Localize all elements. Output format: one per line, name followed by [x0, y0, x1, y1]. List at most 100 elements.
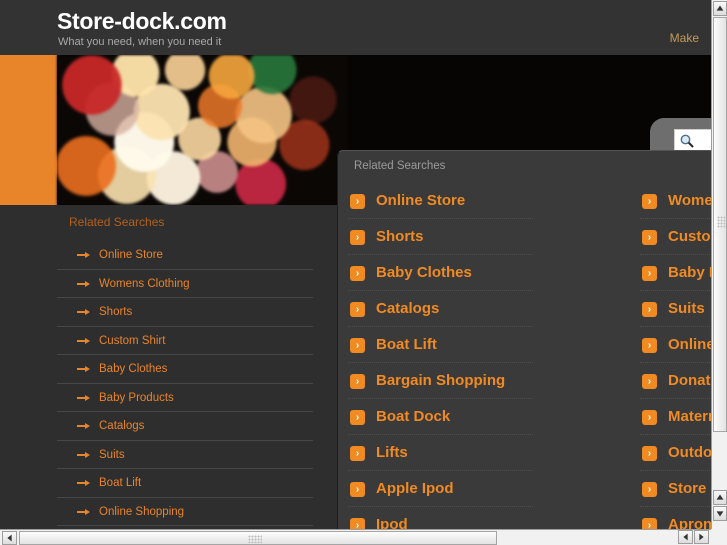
- overlay-item[interactable]: › Aprons: [640, 507, 711, 529]
- chevron-right-icon: ›: [350, 482, 365, 497]
- overlay-item[interactable]: › Bargain Shopping: [348, 363, 533, 399]
- overlay-item[interactable]: › Catalogs: [348, 291, 533, 327]
- overlay-item-label: Lifts: [376, 444, 408, 461]
- overlay-right-column: › Womens › Custom › Baby P › Suits › Online › Donat…: [640, 183, 711, 529]
- scrollbar-grip-h: [248, 535, 262, 543]
- chevron-right-icon: ›: [350, 230, 365, 245]
- related-searches-overlay: Related Searches › Online Store › Shorts › Ba…: [337, 150, 711, 529]
- overlay-item[interactable]: › Suits: [640, 291, 711, 327]
- overlay-title: Related Searches: [354, 160, 446, 172]
- vertical-scrollbar[interactable]: [711, 0, 727, 529]
- overlay-item[interactable]: › Apple Ipod: [348, 471, 533, 507]
- chevron-right-icon: ›: [350, 446, 365, 461]
- overlay-item-label: Suits: [668, 300, 705, 317]
- banner-orange-block: [0, 55, 57, 205]
- scrollbar-corner: [711, 529, 727, 545]
- overlay-item-label: Online: [668, 336, 711, 353]
- arrow-right-icon: [77, 366, 90, 372]
- chevron-right-icon: ›: [642, 374, 657, 389]
- sidebar-item[interactable]: Custom Shirt: [57, 327, 313, 355]
- header-make-link[interactable]: Make: [670, 31, 699, 45]
- overlay-item[interactable]: › Donate: [640, 363, 711, 399]
- scroll-right-button[interactable]: [694, 530, 709, 544]
- chevron-right-icon: ›: [350, 410, 365, 425]
- scroll-left-button[interactable]: [2, 531, 17, 545]
- arrow-right-icon: [77, 309, 90, 315]
- sidebar-item-label: Shorts: [99, 306, 133, 318]
- site-brand-title: Store-dock.com: [57, 8, 227, 34]
- chevron-right-icon: ›: [350, 338, 365, 353]
- chevron-right-icon: ›: [642, 302, 657, 317]
- sidebar-item-label: Suits: [99, 448, 125, 461]
- overlay-item[interactable]: › Womens: [640, 183, 711, 219]
- chevron-right-icon: ›: [350, 374, 365, 389]
- chevron-right-icon: ›: [350, 194, 365, 209]
- overlay-item-label: Materni: [668, 408, 711, 425]
- overlay-item-label: Baby Clothes: [376, 264, 472, 281]
- overlay-left-column: › Online Store › Shorts › Baby Clothes › Catalo…: [348, 183, 533, 529]
- overlay-item-label: Custom: [668, 228, 711, 245]
- arrow-right-icon: [77, 252, 90, 258]
- sidebar-item-label: Online Store: [99, 249, 163, 261]
- sidebar-item-label: Custom Shirt: [99, 334, 166, 347]
- overlay-item[interactable]: › Ipod: [348, 507, 533, 529]
- overlay-item[interactable]: › Online Store: [348, 183, 533, 219]
- sidebar-item[interactable]: Shorts: [57, 298, 313, 327]
- overlay-item[interactable]: › Baby P: [640, 255, 711, 291]
- sidebar-item[interactable]: Online Shopping: [57, 498, 313, 526]
- sidebar-related-searches: Related Searches Online Store Womens Clot…: [57, 215, 313, 526]
- sidebar-item[interactable]: Catalogs: [57, 412, 313, 441]
- vertical-scrollbar-thumb[interactable]: [713, 17, 727, 432]
- scroll-left-button-right-group[interactable]: [678, 530, 693, 544]
- overlay-item-label: Bargain Shopping: [376, 372, 506, 389]
- overlay-item[interactable]: › Outdoo: [640, 435, 711, 471]
- arrow-right-icon: [77, 394, 90, 401]
- sidebar-item[interactable]: Boat Lift: [57, 469, 313, 498]
- scrollbar-grip: [717, 216, 725, 228]
- arrow-right-icon: [77, 337, 90, 344]
- overlay-item-label: Outdoo: [668, 444, 711, 461]
- horizontal-scrollbar-thumb[interactable]: [19, 531, 497, 545]
- chevron-right-icon: ›: [642, 518, 657, 529]
- chevron-right-icon: ›: [642, 410, 657, 425]
- sidebar-item[interactable]: Womens Clothing: [57, 270, 313, 298]
- horizontal-scrollbar[interactable]: [0, 529, 711, 545]
- search-input[interactable]: [697, 133, 711, 149]
- overlay-item[interactable]: › Boat Dock: [348, 399, 533, 435]
- sidebar-item-label: Boat Lift: [99, 477, 142, 489]
- site-header: Store-dock.com What you need, when you n…: [0, 0, 711, 55]
- scroll-up-button[interactable]: [713, 1, 727, 16]
- overlay-item-label: Aprons: [668, 516, 711, 529]
- overlay-item-label: Womens: [668, 192, 711, 209]
- overlay-item-label: Baby P: [668, 264, 711, 281]
- chevron-right-icon: ›: [642, 338, 657, 353]
- overlay-item-label: Store: [668, 480, 707, 497]
- arrow-right-icon: [77, 423, 90, 429]
- overlay-item-label: Boat Lift: [376, 336, 437, 353]
- chevron-right-icon: ›: [642, 446, 657, 461]
- sidebar-item[interactable]: Suits: [57, 441, 313, 469]
- overlay-item[interactable]: › Materni: [640, 399, 711, 435]
- sidebar-item[interactable]: Baby Clothes: [57, 355, 313, 384]
- sidebar-item[interactable]: Online Store: [57, 241, 313, 270]
- overlay-item-label: Boat Dock: [376, 408, 451, 425]
- overlay-item[interactable]: › Lifts: [348, 435, 533, 471]
- chevron-right-icon: ›: [350, 518, 365, 529]
- scroll-up-button-lower[interactable]: [713, 490, 727, 505]
- overlay-item[interactable]: › Custom: [640, 219, 711, 255]
- overlay-item[interactable]: › Store: [640, 471, 711, 507]
- overlay-item-label: Apple Ipod: [376, 480, 454, 497]
- overlay-item[interactable]: › Shorts: [348, 219, 533, 255]
- overlay-item[interactable]: › Boat Lift: [348, 327, 533, 363]
- chevron-right-icon: ›: [350, 266, 365, 281]
- overlay-item-label: Online Store: [376, 192, 466, 209]
- arrow-right-icon: [77, 480, 90, 486]
- overlay-item[interactable]: › Online: [640, 327, 711, 363]
- overlay-item[interactable]: › Baby Clothes: [348, 255, 533, 291]
- sidebar-item-label: Womens Clothing: [99, 277, 190, 290]
- sidebar-item[interactable]: Baby Products: [57, 384, 313, 412]
- sidebar-item-label: Online Shopping: [99, 505, 185, 518]
- search-input-wrapper[interactable]: [674, 129, 711, 151]
- chevron-right-icon: ›: [642, 230, 657, 245]
- scroll-down-button[interactable]: [713, 506, 727, 521]
